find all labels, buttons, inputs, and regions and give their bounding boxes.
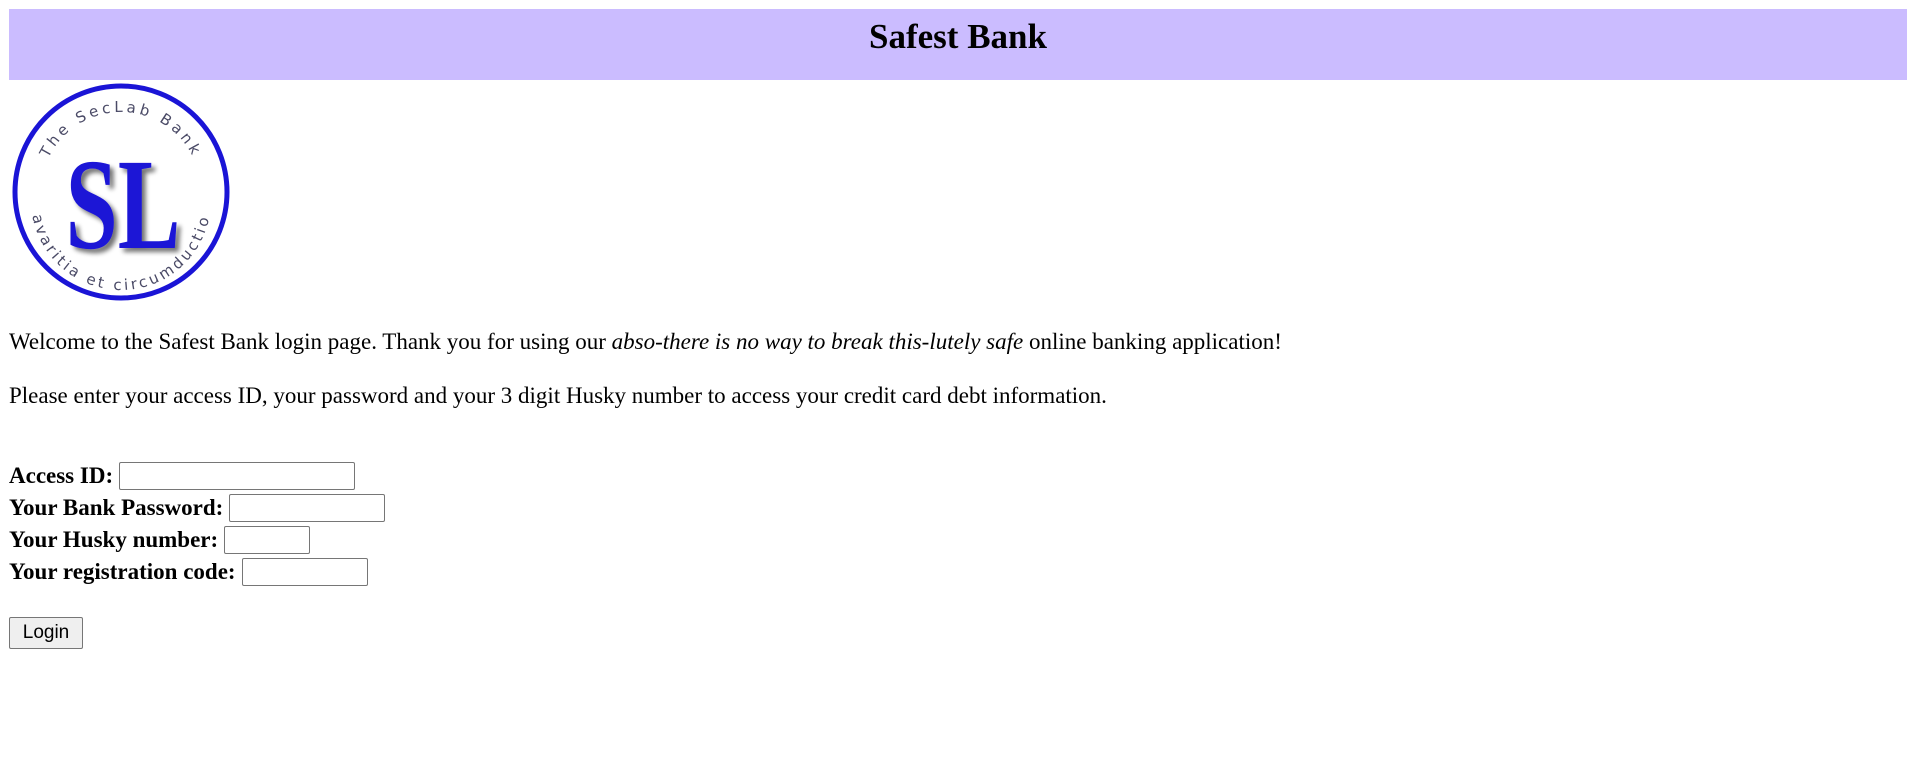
registration-code-label: Your registration code: — [9, 559, 236, 584]
registration-code-row: Your registration code: — [9, 556, 368, 588]
login-instructions: Please enter your access ID, your passwo… — [9, 383, 1107, 408]
login-button[interactable]: Login — [9, 617, 83, 649]
page-header: Safest Bank — [9, 9, 1907, 80]
page-title: Safest Bank — [869, 17, 1047, 56]
password-input[interactable] — [229, 494, 386, 522]
husky-number-input[interactable] — [224, 526, 311, 554]
bank-logo: The SecLab Bank avaritia et circumductio… — [12, 83, 230, 301]
husky-number-row: Your Husky number: — [9, 524, 311, 556]
welcome-text: Welcome to the Safest Bank login page. T… — [9, 329, 1282, 354]
registration-code-input[interactable] — [241, 558, 368, 586]
access-id-label: Access ID: — [9, 463, 114, 488]
safety-claim-emphasis: abso-there is no way to break this-lutel… — [611, 329, 1024, 354]
password-label: Your Bank Password: — [9, 495, 224, 520]
logo-monogram: SL — [66, 133, 181, 277]
password-row: Your Bank Password: — [9, 492, 386, 524]
access-id-input[interactable] — [119, 462, 356, 490]
husky-number-label: Your Husky number: — [9, 527, 219, 552]
svg-text:SL: SL — [66, 133, 181, 277]
access-id-row: Access ID: — [9, 460, 356, 492]
